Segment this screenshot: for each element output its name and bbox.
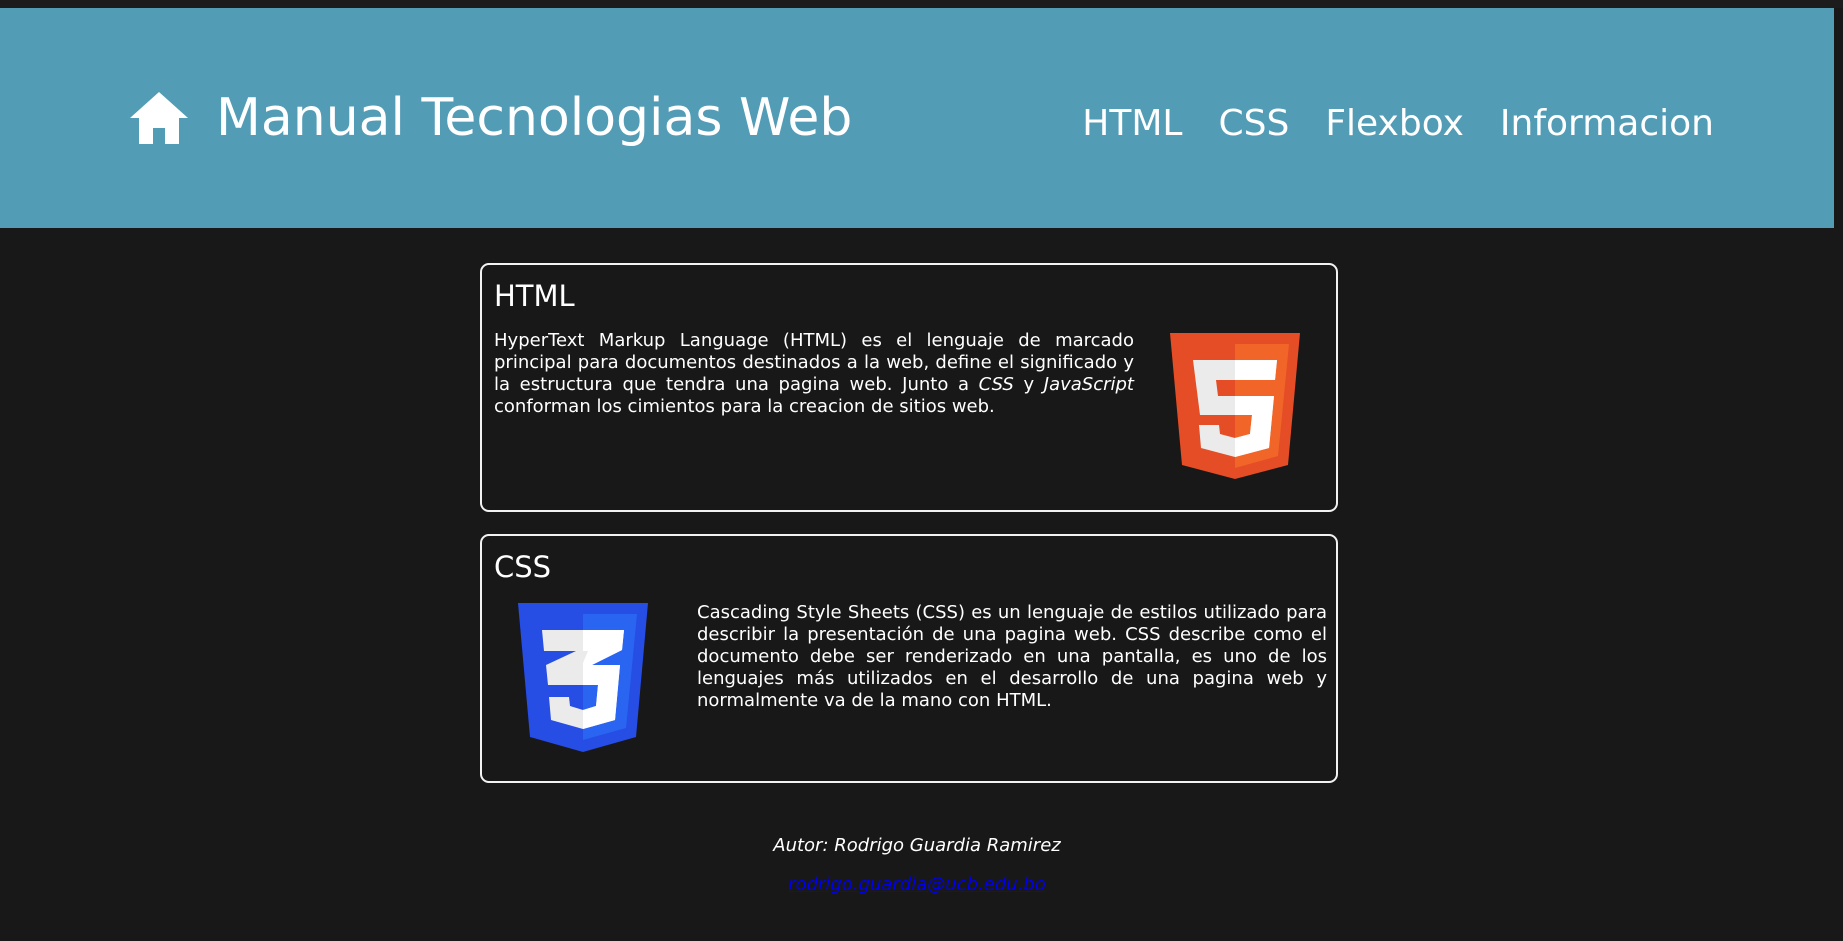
- author-email-link[interactable]: rodrigo.guardia@ucb.edu.bo: [788, 874, 1046, 896]
- html-text-css-term: CSS: [978, 374, 1014, 395]
- nav-link-css[interactable]: CSS: [1218, 102, 1289, 146]
- site-footer: Autor: Rodrigo Guardia Ramirez rodrigo.g…: [0, 833, 1834, 896]
- html-card-title: HTML: [494, 279, 575, 313]
- css-card: CSS 3 Cascading Style Sheets (CSS) es un…: [480, 534, 1338, 783]
- html5-logo-icon: 5: [1170, 333, 1300, 479]
- site-header: Manual Tecnologias Web HTML CSS Flexbox …: [0, 8, 1834, 228]
- html-text-part-3: conforman los cimientos para la creacion…: [494, 396, 995, 417]
- html-card-text: HyperText Markup Language (HTML) es el l…: [494, 330, 1134, 418]
- css-card-text: Cascading Style Sheets (CSS) es un lengu…: [697, 602, 1327, 711]
- site-title: Manual Tecnologias Web: [216, 88, 853, 148]
- home-icon[interactable]: [128, 90, 190, 146]
- nav-link-flexbox[interactable]: Flexbox: [1325, 102, 1464, 146]
- html-card: HTML HyperText Markup Language (HTML) es…: [480, 263, 1338, 512]
- nav-link-html[interactable]: HTML: [1082, 102, 1182, 146]
- brand[interactable]: Manual Tecnologias Web: [128, 88, 852, 148]
- html-text-js-term: JavaScript: [1043, 374, 1134, 395]
- top-strip: [0, 0, 1843, 8]
- css-card-title: CSS: [494, 550, 552, 584]
- author-credit: Autor: Rodrigo Guardia Ramirez: [773, 835, 1061, 856]
- main-nav: HTML CSS Flexbox Informacion: [1082, 102, 1714, 146]
- nav-link-informacion[interactable]: Informacion: [1500, 102, 1714, 146]
- css3-logo-icon: 3: [518, 603, 648, 752]
- html-text-part-2: y: [1013, 374, 1044, 395]
